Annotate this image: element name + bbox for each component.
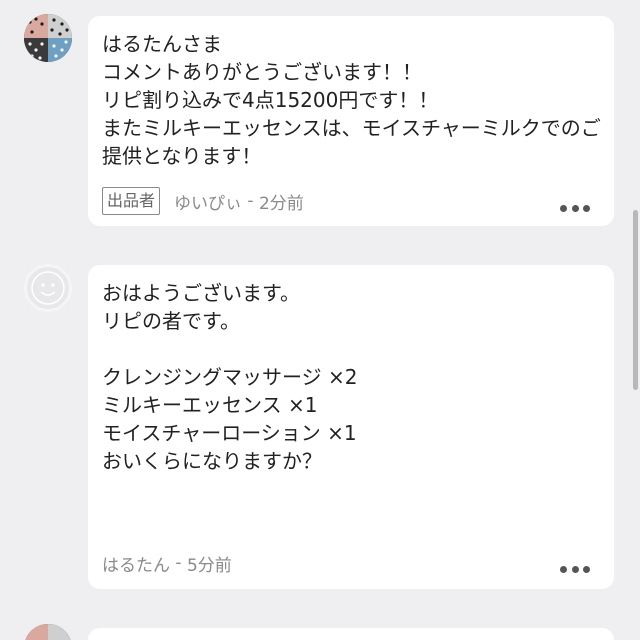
- more-options-button[interactable]: [560, 563, 590, 575]
- comment-meta: 出品者 ゆいぴぃ - 2分前: [102, 186, 304, 216]
- more-dot-icon: [583, 204, 590, 212]
- comment-author[interactable]: ゆいぴぃ: [174, 189, 242, 214]
- avatar[interactable]: [24, 624, 72, 640]
- avatar[interactable]: [24, 14, 72, 62]
- more-dot-icon: [571, 204, 579, 212]
- meta-separator: -: [242, 191, 259, 211]
- more-dot-icon: [571, 565, 579, 573]
- comment-bubble: はるたんさま コメントありがとうございます！！ リピ割り込みで4点15200円で…: [88, 16, 614, 226]
- scrollbar[interactable]: [633, 210, 638, 390]
- more-options-button[interactable]: [560, 202, 590, 214]
- comment-body: はるたんさま コメントありがとうございます！！ リピ割り込みで4点15200円で…: [102, 32, 601, 168]
- avatar[interactable]: [24, 264, 72, 312]
- comment-author[interactable]: はるたん: [102, 551, 170, 576]
- comment-bubble: おはようございます。 リピの者です。 クレンジングマッサージ ×2 ミルキーエッ…: [88, 265, 614, 589]
- meta-separator: -: [170, 553, 187, 573]
- default-face-icon: [31, 271, 65, 305]
- comment-time: 2分前: [258, 193, 304, 214]
- more-dot-icon: [583, 565, 590, 573]
- more-dot-icon: [560, 204, 567, 212]
- comment-bubble: [88, 628, 614, 640]
- comment-body: おはようございます。 リピの者です。 クレンジングマッサージ ×2 ミルキーエッ…: [102, 281, 358, 473]
- more-dot-icon: [560, 565, 567, 573]
- comment-time: 5分前: [186, 555, 232, 576]
- seller-badge: 出品者: [102, 187, 161, 215]
- comment-thread: はるたんさま コメントありがとうございます！！ リピ割り込みで4点15200円で…: [0, 0, 640, 640]
- comment-meta: はるたん - 5分前: [102, 548, 232, 578]
